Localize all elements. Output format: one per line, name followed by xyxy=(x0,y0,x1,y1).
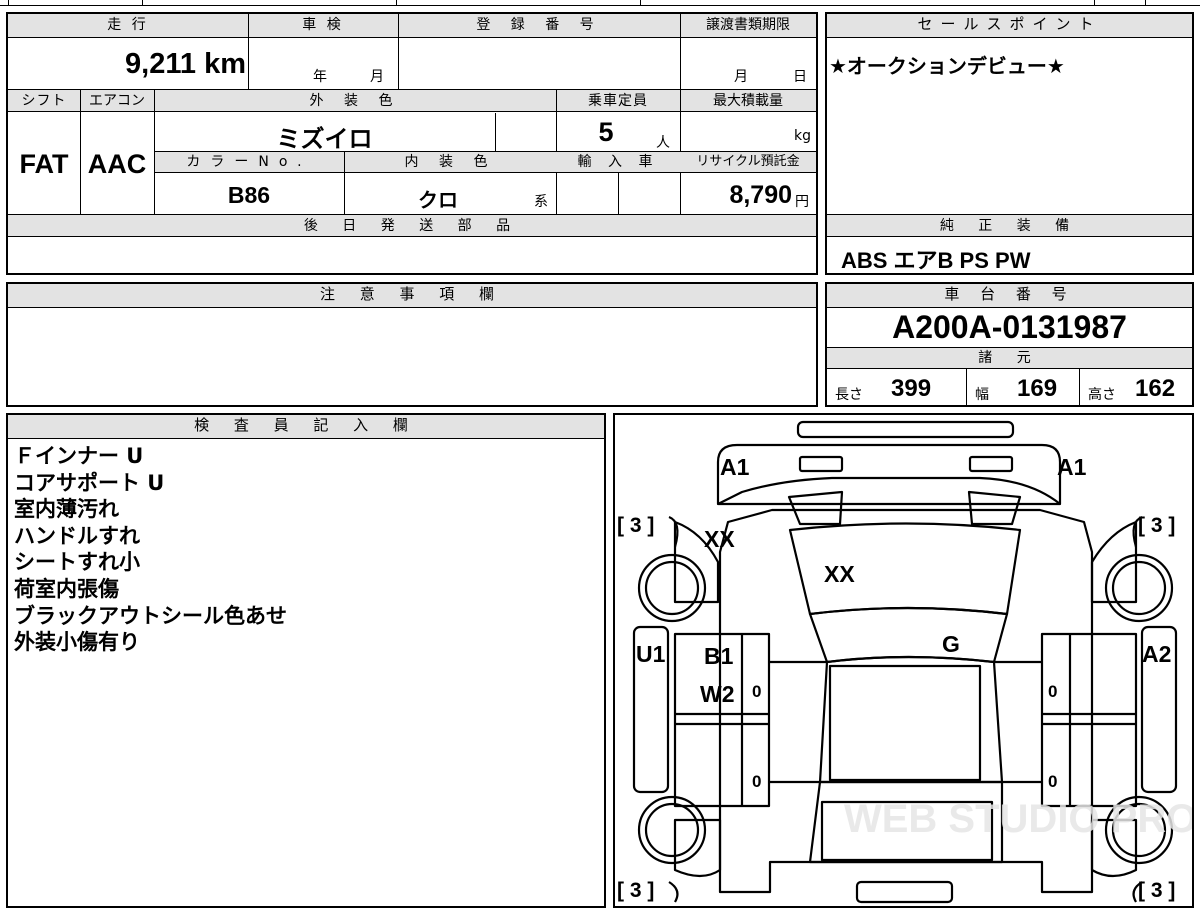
mark-hood-left: XX xyxy=(704,526,735,552)
tire-br: [ 3 ] xyxy=(1138,879,1175,902)
mark-left-side: U1 xyxy=(636,641,666,667)
note-line: Ｆインナー U xyxy=(14,444,144,468)
zero-mark: 0 xyxy=(752,682,761,701)
mark-front-left: A1 xyxy=(720,454,750,480)
car-diagram-panel: A1 A1 XX XX G U1 B1 W2 A2 [ 3 ] [ 3 ] [ … xyxy=(613,413,1194,908)
note-line: 室内薄汚れ xyxy=(14,497,119,522)
width-label: 幅 xyxy=(975,387,989,403)
sales-point-panel: セールスポイント ★オークションデビュー★ 純 正 装 備 ABS エアB PS… xyxy=(825,12,1194,275)
transfer-deadline-label: 譲渡書類期限 xyxy=(706,17,790,33)
interior-color-value: クロ xyxy=(418,190,458,212)
mark-front-door-left-2: W2 xyxy=(700,681,735,707)
chassis-panel: 車 台 番 号 A200A-0131987 諸 元 長さ 399 幅 169 高… xyxy=(825,282,1194,407)
interior-color-label: 内 装 色 xyxy=(404,154,496,170)
zero-mark: 0 xyxy=(1048,772,1057,791)
width-value: 169 xyxy=(1017,375,1058,402)
mark-roof: G xyxy=(942,631,960,657)
capacity-label: 乗車定員 xyxy=(588,93,648,109)
deadline-day-unit: 日 xyxy=(793,69,807,85)
car-diagram: A1 A1 XX XX G U1 B1 W2 A2 [ 3 ] [ 3 ] [ … xyxy=(617,420,1192,904)
shift-value: FAT xyxy=(19,149,69,179)
max-load-unit: kg xyxy=(794,128,811,144)
color-no-label: カラーNo. xyxy=(186,154,312,170)
recycle-fee-label: リサイクル預託金 xyxy=(696,154,800,169)
later-parts-label: 後 日 発 送 部 品 xyxy=(303,218,521,234)
mark-front-door-left-1: B1 xyxy=(704,643,734,669)
deadline-month-unit: 月 xyxy=(734,69,748,85)
top-cut-strip xyxy=(0,0,1200,6)
standard-equipment-value: ABS エアB PS PW xyxy=(841,248,1031,273)
length-value: 399 xyxy=(891,375,932,402)
zero-mark: 0 xyxy=(1048,682,1057,701)
note-line: ブラックアウトシール色あせ xyxy=(14,603,287,628)
watermark: WEB STUDIO PRO xyxy=(844,797,1192,841)
note-line: 外装小傷有り xyxy=(14,630,140,655)
inspector-notes-list: Ｆインナー U コアサポート U 室内薄汚れ ハンドルすれ シートすれ小 荷室内… xyxy=(14,443,287,656)
length-label: 長さ xyxy=(835,387,863,403)
chassis-number-value: A200A-0131987 xyxy=(892,309,1127,345)
inspector-notes-label: 検 査 員 記 入 欄 xyxy=(8,415,604,439)
sales-point-text: ★オークションデビュー★ xyxy=(829,54,1065,78)
aircon-label: エアコン xyxy=(89,93,145,109)
exterior-color-value: ミズイロ xyxy=(276,126,373,153)
sales-point-label: セールスポイント xyxy=(827,14,1192,38)
note-line: 荷室内張傷 xyxy=(14,576,119,601)
specs-label: 諸 元 xyxy=(978,350,1041,366)
tire-tr: [ 3 ] xyxy=(1138,514,1175,537)
capacity-unit: 人 xyxy=(656,135,670,151)
inspector-notes-panel: 検 査 員 記 入 欄 Ｆインナー U コアサポート U 室内薄汚れ ハンドルす… xyxy=(6,413,606,908)
capacity-value: 5 xyxy=(598,117,614,147)
inspection-year-unit: 年 xyxy=(313,69,327,85)
registration-label: 登 録 番 号 xyxy=(476,17,602,33)
height-value: 162 xyxy=(1135,375,1176,402)
shift-label: シフト xyxy=(21,93,67,109)
inspection-month-unit: 月 xyxy=(370,69,384,85)
height-label: 高さ xyxy=(1088,387,1116,403)
vehicle-info-grid: 走 行 車 検 登 録 番 号 譲渡書類期限 9,211 km 年 月 月 日 … xyxy=(6,12,818,275)
tire-bl: [ 3 ] xyxy=(617,879,654,902)
zero-mark: 0 xyxy=(752,772,761,791)
recycle-fee-unit: 円 xyxy=(795,194,809,210)
interior-color-suffix: 系 xyxy=(534,194,548,210)
aircon-value: AAC xyxy=(87,149,147,179)
tire-tl: [ 3 ] xyxy=(617,514,654,537)
mark-right-side: A2 xyxy=(1142,641,1171,667)
recycle-fee-value: 8,790 xyxy=(729,181,792,209)
color-no-value: B86 xyxy=(227,182,271,208)
mark-hood-center: XX xyxy=(824,561,855,587)
remarks-panel: 注 意 事 項 欄 xyxy=(6,282,818,407)
standard-equipment-label: 純 正 装 備 xyxy=(939,218,1080,234)
remarks-label: 注 意 事 項 欄 xyxy=(8,284,816,308)
note-line: ハンドルすれ xyxy=(14,523,140,548)
note-line: シートすれ小 xyxy=(14,550,140,575)
chassis-number-label: 車 台 番 号 xyxy=(827,284,1192,308)
inspection-label: 車 検 xyxy=(302,17,344,33)
mileage-label: 走 行 xyxy=(107,17,149,33)
note-line: コアサポート U xyxy=(14,470,165,495)
mileage-value: 9,211 km xyxy=(125,48,246,80)
mark-front-right: A1 xyxy=(1057,454,1087,480)
exterior-color-label: 外 装 色 xyxy=(309,93,401,109)
max-load-label: 最大積載量 xyxy=(713,93,783,109)
import-label: 輸 入 車 xyxy=(577,154,659,170)
